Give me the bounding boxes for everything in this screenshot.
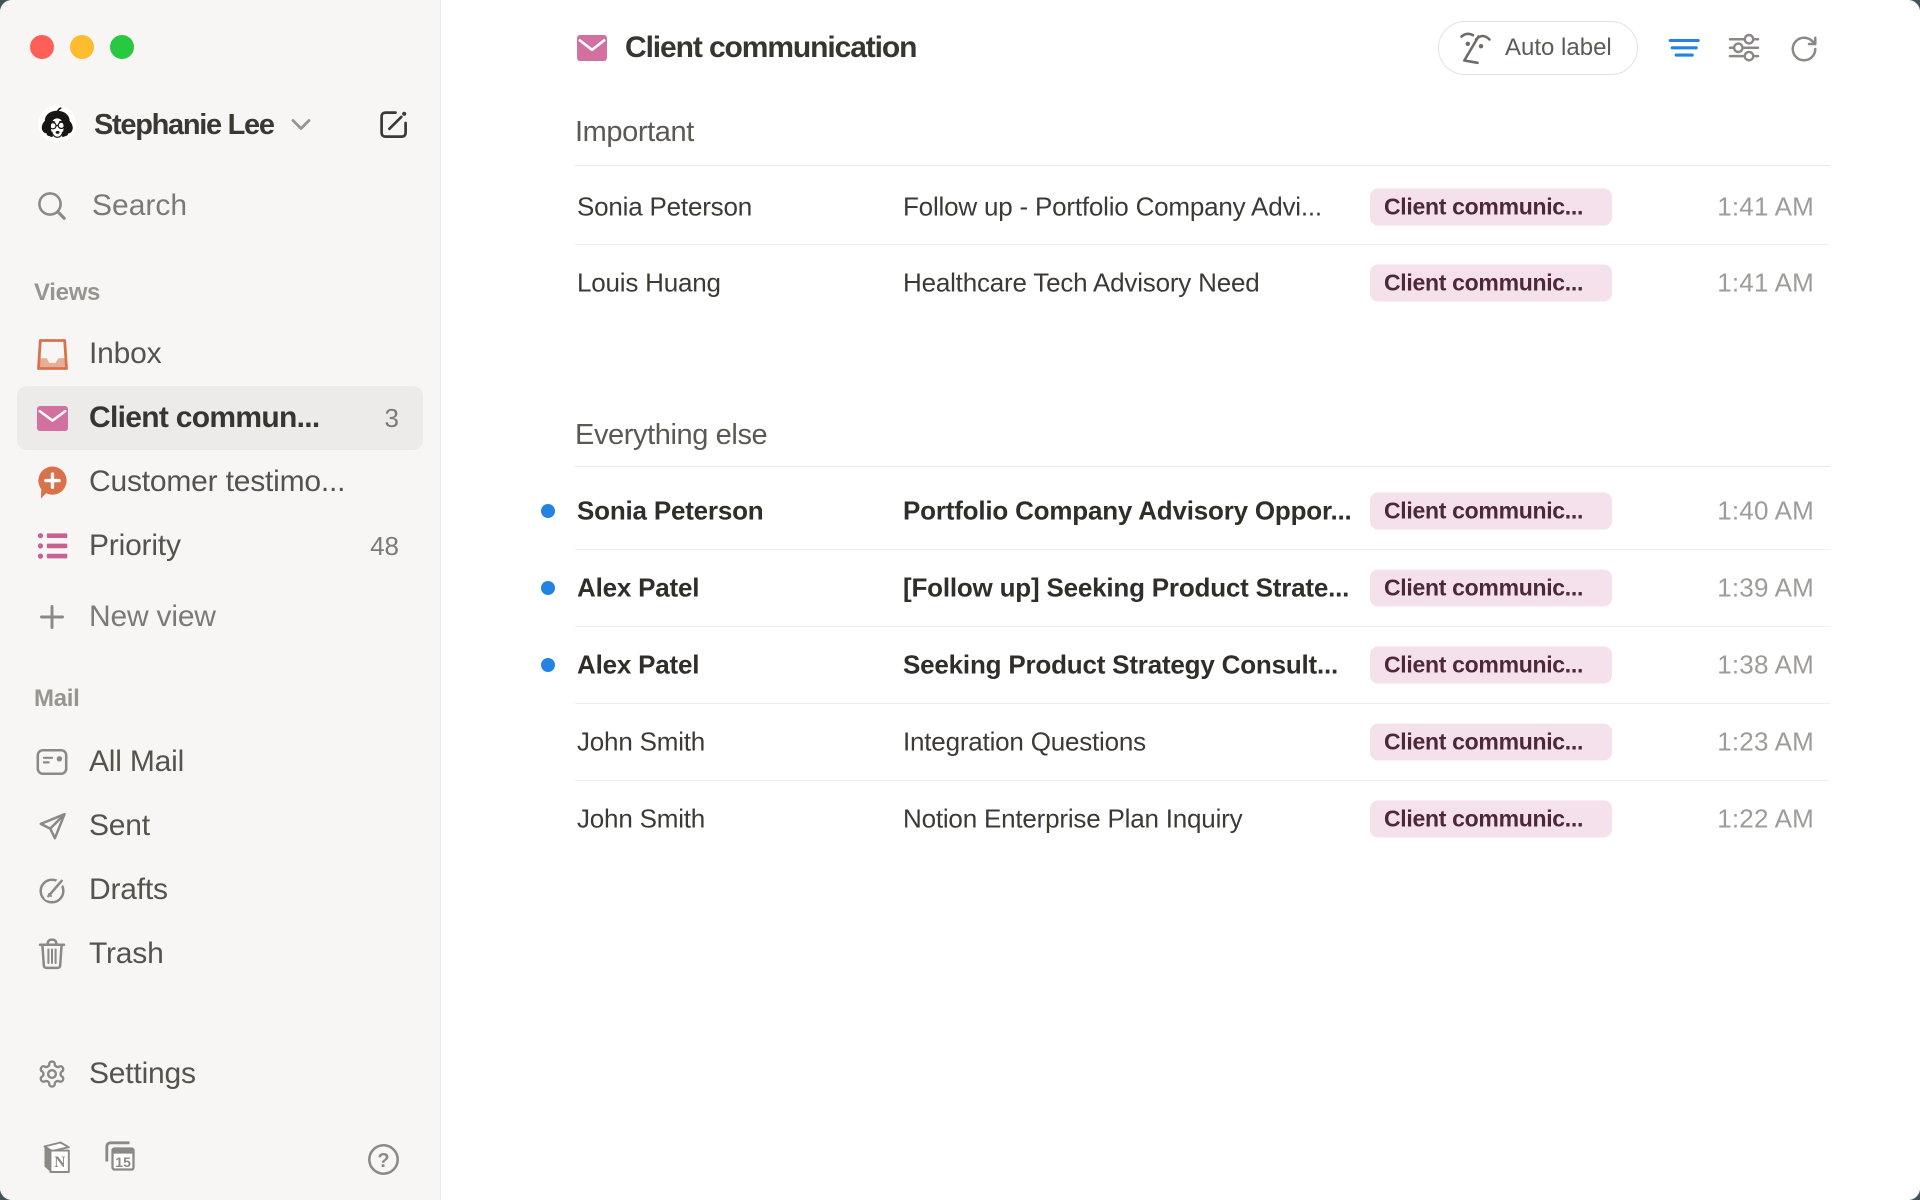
svg-text:?: ? (377, 1150, 389, 1172)
svg-text:N: N (54, 1154, 65, 1171)
svg-text:15: 15 (115, 1154, 131, 1170)
